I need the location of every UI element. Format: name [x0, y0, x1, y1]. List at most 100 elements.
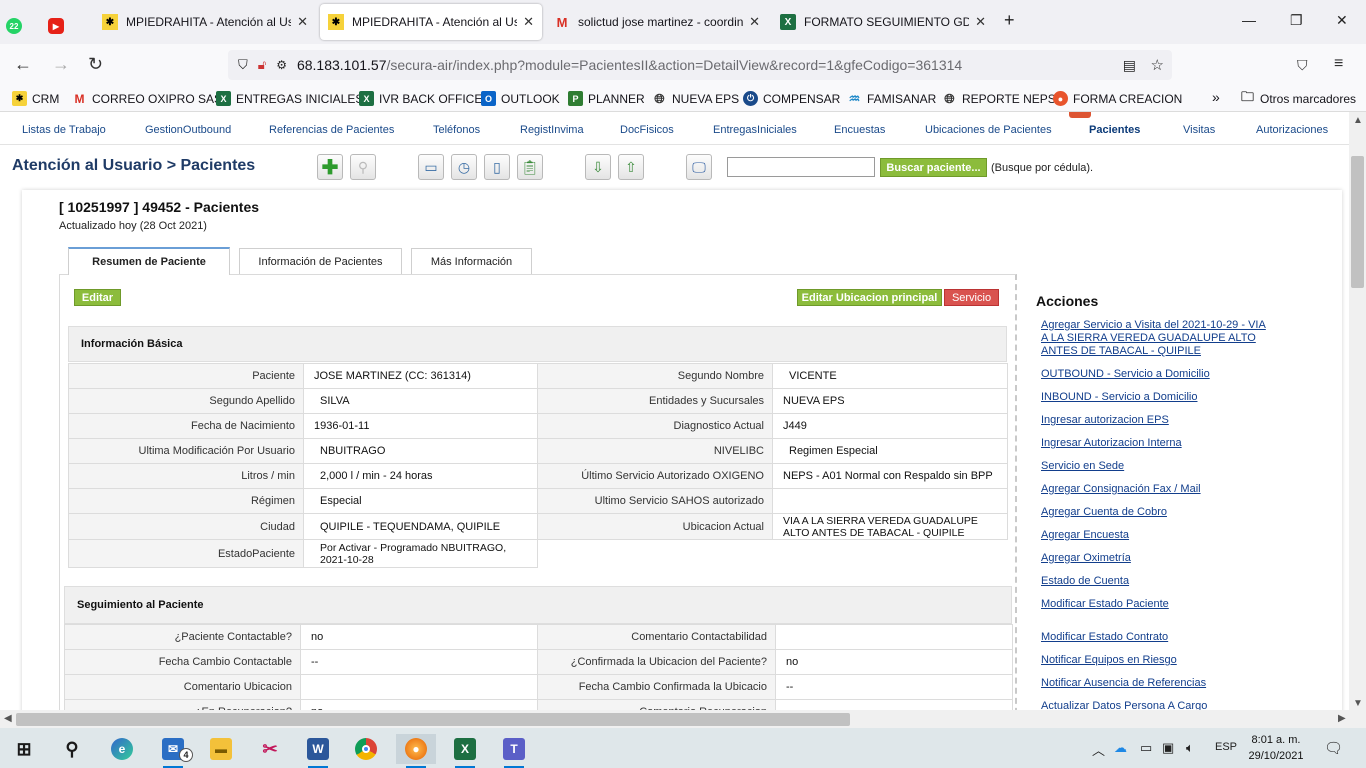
action-link[interactable]: Agregar Consignación Fax / Mail — [1041, 483, 1281, 496]
patient-search-input[interactable] — [727, 157, 875, 177]
close-icon[interactable]: ✕ — [975, 14, 986, 30]
menu-item[interactable]: Encuestas — [834, 124, 885, 136]
edge-icon[interactable]: e — [102, 734, 142, 764]
tab-resumen[interactable]: Resumen de Paciente — [68, 247, 230, 275]
menu-item-pacientes[interactable]: Pacientes — [1089, 124, 1140, 136]
action-link[interactable]: Notificar Equipos en Riesgo — [1041, 654, 1281, 667]
close-icon[interactable]: ✕ — [523, 14, 534, 30]
insecure-lock-icon[interactable]: 🔓︎ — [258, 57, 266, 73]
excel-icon[interactable]: X — [445, 734, 485, 768]
windows-start-icon[interactable]: ⊞ — [4, 734, 44, 764]
onedrive-icon[interactable]: ☁ — [1114, 740, 1127, 756]
service-button[interactable]: Servicio — [944, 289, 999, 306]
tab-mas-informacion[interactable]: Más Información — [411, 248, 532, 274]
word-icon[interactable]: W — [298, 734, 338, 768]
menu-item[interactable]: Teléfonos — [433, 124, 480, 136]
monitor-icon[interactable]: 🖵︎ — [686, 154, 712, 180]
bookmark-compensar[interactable]: ⏻ COMPENSAR — [743, 91, 840, 106]
tab-informacion[interactable]: Información de Pacientes — [239, 248, 402, 274]
chrome-icon[interactable] — [346, 734, 386, 764]
tab-2[interactable]: ✱ MPIEDRAHITA - Atención al Usu ✕ — [320, 4, 542, 40]
add-icon[interactable]: ✚ — [317, 154, 343, 180]
forward-arrow-icon[interactable]: → — [52, 55, 70, 73]
action-link[interactable]: Agregar Cuenta de Cobro — [1041, 506, 1281, 519]
reader-view-icon[interactable]: ▤ — [1123, 57, 1136, 74]
action-link[interactable]: Modificar Estado Contrato — [1041, 631, 1281, 644]
tab-4[interactable]: X FORMATO SEGUIMIENTO GD.xls ✕ — [772, 4, 994, 40]
export-icon[interactable]: ⇧ — [618, 154, 644, 180]
action-link[interactable]: Ingresar autorizacion EPS — [1041, 414, 1281, 427]
action-link[interactable]: Agregar Servicio a Visita del 2021-10-29… — [1041, 319, 1273, 358]
menu-item[interactable]: Listas de Trabajo — [22, 124, 106, 136]
bookmark-famisanar[interactable]: ♒︎ FAMISANAR — [847, 91, 937, 106]
action-link[interactable]: Estado de Cuenta — [1041, 575, 1281, 588]
import-icon[interactable]: ⇩ — [585, 154, 611, 180]
bookmarks-overflow-icon[interactable]: » — [1212, 89, 1220, 105]
menu-icon[interactable]: ≡ — [1334, 55, 1343, 73]
teams-icon[interactable]: T — [494, 734, 534, 768]
back-arrow-icon[interactable]: ← — [14, 55, 32, 73]
search-icon[interactable]: ⚲ — [52, 734, 92, 764]
bookmark-nueva-eps[interactable]: 🌐︎ NUEVA EPS — [652, 91, 739, 106]
minimize-icon[interactable]: — — [1242, 12, 1256, 28]
phone-icon[interactable]: ▯ — [484, 154, 510, 180]
permissions-icon[interactable]: ⚙ — [276, 58, 287, 72]
language-indicator[interactable]: ESP — [1215, 741, 1237, 753]
edit-button[interactable]: Editar — [74, 289, 121, 306]
tray-chevron-icon[interactable]: ︿ — [1092, 740, 1105, 759]
search-icon[interactable]: ⚲ — [350, 154, 376, 180]
menu-item[interactable]: GestionOutbound — [145, 124, 231, 136]
file-explorer-icon[interactable]: ▬ — [201, 734, 241, 764]
address-bar[interactable]: ⛉ 🔓︎ ⚙ 68.183.101.57/secura-air/index.ph… — [228, 50, 1172, 80]
reload-icon[interactable]: ↻ — [88, 55, 103, 73]
action-link[interactable]: Modificar Estado Paciente — [1041, 598, 1281, 611]
action-link[interactable]: Agregar Encuesta — [1041, 529, 1281, 542]
network-icon[interactable]: ▣ — [1162, 740, 1174, 756]
bookmark-ivr[interactable]: X IVR BACK OFFICE — [359, 91, 482, 106]
scroll-up-icon[interactable]: ▲ — [1353, 115, 1363, 126]
horizontal-scroll-thumb[interactable] — [16, 713, 850, 726]
search-patient-button[interactable]: Buscar paciente... — [880, 158, 987, 177]
edit-location-button[interactable]: Editar Ubicacion principal — [797, 289, 942, 306]
bookmark-forma-creacion[interactable]: ● FORMA CREACION — [1053, 91, 1182, 106]
firefox-icon[interactable]: ● — [396, 734, 436, 768]
action-link[interactable]: Notificar Ausencia de Referencias — [1041, 677, 1281, 690]
menu-item[interactable]: DocFisicos — [620, 124, 674, 136]
bookmark-outlook[interactable]: O OUTLOOK — [481, 91, 560, 106]
bookmark-entregas[interactable]: X ENTREGAS INICIALES — [216, 91, 363, 106]
snipping-tool-icon[interactable]: ✂ — [250, 734, 290, 764]
action-link[interactable]: Ingresar Autorizacion Interna — [1041, 437, 1281, 450]
mail-icon[interactable]: ✉ 4 — [153, 734, 193, 768]
bookmark-crm[interactable]: ✱ CRM — [12, 91, 59, 106]
bookmark-reporte-neps[interactable]: 🌐︎ REPORTE NEPS — [942, 91, 1056, 106]
bookmark-star-icon[interactable]: ☆ — [1151, 56, 1164, 74]
action-link[interactable]: INBOUND - Servicio a Domicilio — [1041, 391, 1281, 404]
clipboard-icon[interactable]: 📋︎ — [517, 154, 543, 180]
window-close-icon[interactable]: ✕ — [1336, 12, 1348, 29]
close-icon[interactable]: ✕ — [297, 14, 308, 30]
action-link[interactable]: Servicio en Sede — [1041, 460, 1281, 473]
menu-item[interactable]: Referencias de Pacientes — [269, 124, 394, 136]
action-link[interactable]: OUTBOUND - Servicio a Domicilio — [1041, 368, 1281, 381]
menu-item[interactable]: Visitas — [1183, 124, 1215, 136]
close-icon[interactable]: ✕ — [749, 14, 760, 30]
scroll-down-icon[interactable]: ▼ — [1353, 698, 1363, 709]
taskbar-clock[interactable]: 8:01 a. m. 29/10/2021 — [1246, 732, 1306, 764]
restore-icon[interactable]: ❐ — [1290, 12, 1303, 29]
tab-1[interactable]: ✱ MPIEDRAHITA - Atención al Usu ✕ — [94, 4, 316, 40]
shield-icon[interactable]: ⛉ — [238, 57, 248, 73]
menu-item[interactable]: RegistInvima — [520, 124, 584, 136]
bookmark-planner[interactable]: P PLANNER — [568, 91, 645, 106]
pocket-icon[interactable]: ⛉ — [1297, 56, 1308, 74]
clock-icon[interactable]: ◷ — [451, 154, 477, 180]
pinned-tab-whatsapp[interactable]: 22 — [6, 8, 34, 44]
pinned-tab-youtube[interactable]: ▶ — [48, 8, 76, 44]
menu-item[interactable]: Autorizaciones — [1256, 124, 1328, 136]
scroll-right-icon[interactable]: ▶ — [1338, 713, 1346, 724]
battery-icon[interactable]: ▭ — [1140, 740, 1152, 756]
tab-3[interactable]: M solictud jose martinez - coordin ✕ — [546, 4, 768, 40]
action-link[interactable]: Actualizar Datos Persona A Cargo — [1041, 700, 1281, 710]
other-bookmarks[interactable]: 🗀︎ Otros marcadores — [1240, 89, 1356, 106]
menu-item[interactable]: Ubicaciones de Pacientes — [925, 124, 1052, 136]
notifications-icon[interactable]: 🗨︎ — [1324, 739, 1343, 757]
